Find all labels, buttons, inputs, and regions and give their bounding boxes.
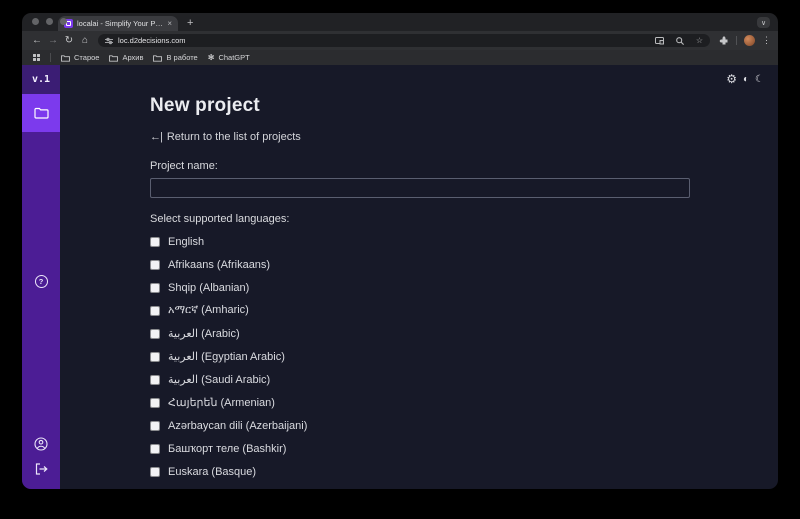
sidebar-item-help[interactable]: ? (22, 269, 60, 294)
app-version-label: v.1 (22, 65, 60, 94)
forward-icon[interactable]: → (45, 31, 61, 50)
language-label: Euskara (Basque) (168, 465, 257, 478)
language-label: العربية (Arabic) (168, 328, 240, 340)
profile-avatar[interactable] (744, 35, 755, 46)
toolbar-separator (736, 36, 737, 45)
site-settings-tune-icon[interactable] (105, 37, 113, 45)
language-checkbox-row[interactable]: Afrikaans (Afrikaans) (150, 257, 270, 272)
checkbox-icon[interactable] (150, 351, 160, 362)
url-text: loc.d2decisions.com (118, 36, 186, 45)
language-checkbox-row[interactable]: العربية (Saudi Arabic) (150, 372, 270, 387)
folder-icon (109, 54, 119, 62)
language-label: Башҡорт теле (Bashkir) (168, 442, 287, 455)
checkbox-icon[interactable] (150, 397, 160, 408)
back-icon[interactable]: ← (29, 31, 45, 50)
language-label: አማርኛ (Amharic) (168, 304, 249, 316)
app-content: v.1 ? ⚙ ◐ ☾ New project ←| Return to the… (22, 65, 778, 489)
extensions-puzzle-icon[interactable] (719, 35, 729, 46)
main-panel: ⚙ ◐ ☾ New project ←| Return to the list … (60, 65, 778, 489)
search-lens-icon[interactable] (675, 36, 684, 45)
checkbox-icon[interactable] (150, 305, 160, 316)
chatgpt-logo-icon: ✻ (207, 52, 215, 62)
language-label: العربية (Saudi Arabic) (168, 374, 271, 386)
bookmark-star-icon[interactable]: ☆ (696, 36, 703, 45)
apps-grid-icon[interactable] (33, 54, 40, 61)
project-name-input[interactable] (150, 178, 690, 198)
bookmarks-bar: Старое Архив В работе ✻ ChatGPT (22, 50, 778, 65)
tab-close-icon[interactable]: × (167, 19, 172, 28)
reload-icon[interactable]: ↻ (61, 31, 77, 50)
return-link-label: Return to the list of projects (166, 131, 301, 143)
language-checkbox-row[interactable]: አማርኛ (Amharic) (150, 303, 249, 318)
checkbox-icon[interactable] (150, 236, 160, 247)
bookmarks-separator (50, 53, 51, 62)
tab-strip: localai - Simplify Your Produ × + ∨ (22, 13, 778, 31)
address-bar[interactable]: loc.d2decisions.com ☆ (98, 34, 710, 47)
language-label: Afrikaans (Afrikaans) (168, 258, 271, 271)
maximize-window-button[interactable] (60, 18, 67, 25)
sidebar-item-account[interactable] (22, 431, 60, 457)
language-label: العربية (Egyptian Arabic) (168, 351, 285, 363)
logout-icon (35, 463, 48, 475)
language-checkbox-row[interactable]: Беларуская мова (Belarusian) (150, 487, 318, 490)
language-checkbox-row[interactable]: Башҡорт теле (Bashkir) (150, 441, 286, 456)
bookmark-chatgpt[interactable]: ✻ ChatGPT (208, 53, 250, 62)
language-checkbox-row[interactable]: Azərbaycan dili (Azerbaijani) (150, 418, 307, 433)
close-window-button[interactable] (32, 18, 39, 25)
language-checkbox-row[interactable]: العربية (Egyptian Arabic) (150, 349, 285, 364)
page-actions: ⚙ ◐ ☾ (726, 72, 764, 86)
folder-icon (61, 54, 70, 62)
bookmark-folder-v-rabote[interactable]: В работе (153, 53, 198, 62)
bookmark-folder-staroe[interactable]: Старое (61, 53, 99, 62)
page-title: New project (150, 95, 260, 116)
language-label: Беларуская мова (Belarusian) (168, 489, 318, 490)
language-label: Shqip (Albanian) (168, 281, 250, 294)
contrast-theme-icon[interactable]: ◐ (743, 74, 749, 85)
checkbox-icon[interactable] (150, 259, 160, 270)
checkbox-icon[interactable] (150, 282, 160, 293)
language-label: Հայերեն (Armenian) (168, 397, 275, 409)
window-controls (32, 18, 67, 25)
languages-label: Select supported languages: (150, 213, 290, 225)
checkbox-icon[interactable] (150, 466, 160, 477)
language-label: Azərbaycan dili (Azerbaijani) (168, 419, 308, 432)
minimize-window-button[interactable] (46, 18, 53, 25)
browser-tab[interactable]: localai - Simplify Your Produ × (58, 16, 178, 31)
folder-icon (153, 54, 163, 62)
new-tab-button[interactable]: + (187, 16, 193, 31)
tab-search-chevron-icon[interactable]: ∨ (757, 17, 770, 28)
folder-icon (33, 107, 49, 119)
browser-menu-icon[interactable]: ⋮ (762, 36, 771, 45)
app-sidebar: v.1 ? (22, 65, 60, 489)
project-name-label: Project name: (150, 160, 218, 172)
toolbar-right: ⋮ (719, 35, 771, 46)
return-arrow-icon: ←| (150, 131, 163, 143)
account-icon (34, 437, 48, 451)
return-link[interactable]: ←| Return to the list of projects (150, 131, 301, 143)
checkbox-icon[interactable] (150, 328, 160, 339)
language-checkbox-row[interactable]: Shqip (Albanian) (150, 280, 249, 295)
cast-icon[interactable] (654, 36, 664, 45)
checkbox-icon[interactable] (150, 443, 160, 454)
language-label: English (168, 235, 205, 248)
dark-mode-moon-icon[interactable]: ☾ (755, 74, 764, 85)
tab-title: localai - Simplify Your Produ (77, 19, 164, 28)
desktop: localai - Simplify Your Produ × + ∨ ← → … (0, 0, 800, 519)
bookmark-folder-arhiv[interactable]: Архив (109, 53, 143, 62)
language-checkbox-row[interactable]: English (150, 234, 204, 249)
sidebar-item-logout[interactable] (22, 457, 60, 481)
browser-toolbar: ← → ↻ ⌂ loc.d2decisions.com ☆ ⋮ (22, 31, 778, 50)
language-checkbox-row[interactable]: Հայերեն (Armenian) (150, 395, 275, 410)
home-icon[interactable]: ⌂ (77, 31, 93, 50)
sidebar-item-projects[interactable] (22, 94, 60, 132)
language-checkbox-row[interactable]: العربية (Arabic) (150, 326, 240, 341)
language-list: English Afrikaans (Afrikaans) Shqip (Alb… (150, 234, 778, 489)
checkbox-icon[interactable] (150, 420, 160, 431)
browser-window: localai - Simplify Your Produ × + ∨ ← → … (22, 13, 778, 489)
help-icon: ? (34, 275, 48, 288)
checkbox-icon[interactable] (150, 374, 160, 385)
settings-gear-icon[interactable]: ⚙ (726, 72, 737, 86)
language-checkbox-row[interactable]: Euskara (Basque) (150, 464, 256, 479)
